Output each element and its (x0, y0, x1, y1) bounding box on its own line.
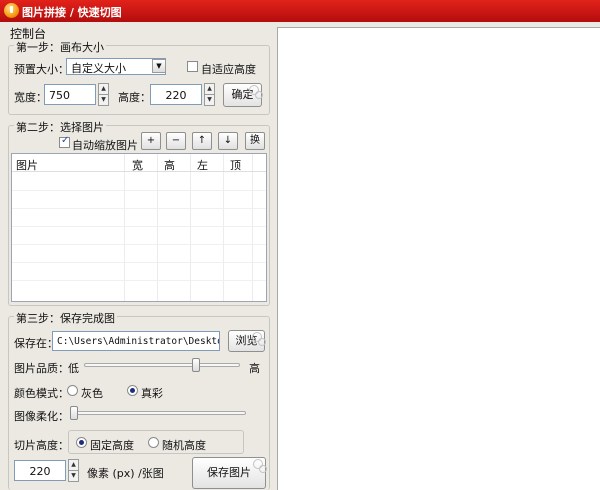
fixed-height-radio[interactable] (76, 437, 87, 448)
auto-scale-label: 自动缩放图片 (72, 139, 138, 152)
height-label: 高度： (118, 91, 151, 104)
move-up-button[interactable]: ↑ (192, 132, 212, 150)
slice-height-label: 切片高度： (14, 439, 69, 452)
preset-size-value: 自定义大小 (71, 62, 126, 75)
width-spinner[interactable]: ▲ ▼ (98, 83, 109, 106)
height-spinner[interactable]: ▲ ▼ (204, 83, 215, 106)
app-logo-icon (4, 3, 19, 18)
column-header-top[interactable]: 顶 (230, 157, 241, 173)
confirm-button[interactable]: 确定 (223, 83, 263, 107)
column-header-width[interactable]: 宽 (132, 157, 143, 173)
button-decoration-icon (252, 332, 266, 346)
chevron-down-icon[interactable]: ▼ (152, 59, 166, 73)
height-input[interactable]: 220 (150, 84, 202, 105)
random-height-label: 随机高度 (162, 439, 206, 452)
gray-radio[interactable] (67, 385, 78, 396)
color-label: 真彩 (141, 387, 163, 400)
button-decoration-icon (253, 459, 267, 473)
quality-high-label: 高 (249, 362, 260, 375)
column-header-height[interactable]: 高 (164, 157, 175, 173)
soften-label: 图像柔化： (14, 410, 69, 423)
pixel-spinner[interactable]: ▲ ▼ (68, 459, 79, 482)
column-header-image[interactable]: 图片 (16, 157, 38, 173)
pixel-value: 220 (29, 465, 51, 478)
quality-slider-track[interactable] (84, 363, 240, 367)
swap-button[interactable]: 换 (245, 132, 265, 150)
width-input[interactable]: 750 (44, 84, 96, 105)
preset-size-label: 预置大小： (14, 63, 69, 76)
pixel-input[interactable]: 220 (14, 460, 66, 481)
browse-button[interactable]: 浏览 (228, 330, 266, 352)
save-image-button-label: 保存图片 (207, 466, 251, 479)
move-down-button[interactable]: ↓ (218, 132, 238, 150)
image-list-table[interactable]: 图片 宽 高 左 顶 (11, 153, 267, 302)
pixel-unit-label: 像素 (px) /张图 (87, 467, 164, 480)
step3-legend: 第三步：保存完成图 (14, 310, 117, 326)
width-label: 宽度： (14, 91, 47, 104)
quality-slider-thumb[interactable] (192, 358, 201, 372)
color-radio[interactable] (127, 385, 138, 396)
preview-canvas[interactable] (277, 27, 600, 490)
button-decoration-icon (249, 85, 263, 99)
step2-legend: 第二步：选择图片 (14, 119, 106, 135)
color-mode-label: 颜色模式： (14, 387, 69, 400)
random-height-radio[interactable] (148, 437, 159, 448)
adaptive-height-label: 自适应高度 (201, 63, 256, 76)
step1-legend: 第一步：画布大小 (14, 39, 106, 55)
soften-slider-thumb[interactable] (70, 406, 78, 420)
fixed-height-label: 固定高度 (90, 439, 134, 452)
gray-label: 灰色 (81, 387, 103, 400)
auto-scale-checkbox[interactable] (59, 135, 70, 148)
quality-label: 图片品质： (14, 362, 69, 375)
save-path-value: C:\Users\Administrator\Desktop (57, 336, 220, 347)
preset-size-select[interactable]: 自定义大小 (66, 58, 166, 75)
adaptive-height-checkbox[interactable] (187, 61, 198, 72)
table-header: 图片 宽 高 左 顶 (12, 154, 266, 172)
soften-slider-track[interactable] (70, 411, 246, 415)
remove-image-button[interactable]: − (166, 132, 186, 150)
column-header-left[interactable]: 左 (197, 157, 208, 173)
width-value: 750 (49, 89, 70, 102)
save-path-input[interactable]: C:\Users\Administrator\Desktop (52, 331, 220, 351)
quality-low-label: 低 (68, 362, 79, 375)
save-image-button[interactable]: 保存图片 (192, 457, 267, 489)
title-bar: 图片拼接 / 快速切图 (0, 0, 600, 22)
height-value: 220 (165, 89, 187, 102)
add-image-button[interactable]: + (141, 132, 161, 150)
window-title: 图片拼接 / 快速切图 (22, 6, 122, 19)
